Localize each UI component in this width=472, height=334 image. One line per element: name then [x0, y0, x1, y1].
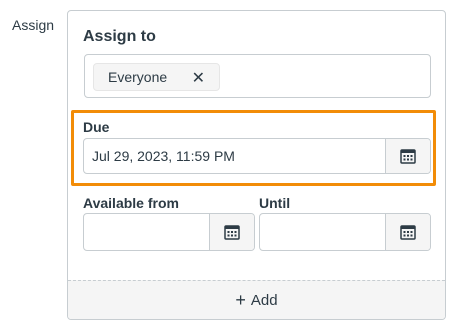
assignee-token: Everyone ✕: [93, 63, 220, 91]
assign-to-title: Assign to: [83, 28, 156, 45]
close-icon[interactable]: ✕: [192, 68, 205, 88]
plus-icon: +: [235, 290, 246, 310]
due-calendar-button[interactable]: [385, 139, 430, 173]
due-date-value: Jul 29, 2023, 11:59 PM: [92, 148, 235, 164]
available-from-label: Available from: [83, 195, 179, 211]
until-label: Until: [259, 195, 291, 211]
until-input[interactable]: [259, 213, 431, 251]
due-date-input[interactable]: Jul 29, 2023, 11:59 PM: [83, 138, 431, 174]
calendar-icon: [400, 149, 416, 164]
assign-section-label: Assign: [12, 17, 55, 33]
assignee-token-label: Everyone: [108, 69, 168, 85]
available-from-calendar-button[interactable]: [209, 214, 254, 250]
calendar-icon: [400, 225, 416, 240]
until-calendar-button[interactable]: [385, 214, 430, 250]
available-from-input[interactable]: [83, 213, 255, 251]
add-assignment-button[interactable]: + Add: [68, 280, 445, 319]
calendar-icon: [224, 225, 240, 240]
assign-to-input[interactable]: Everyone ✕: [84, 54, 431, 98]
due-label: Due: [83, 119, 110, 135]
assign-card: Assign to Everyone ✕ Due Jul 29, 2023, 1…: [67, 10, 446, 320]
add-button-label: Add: [250, 291, 278, 309]
